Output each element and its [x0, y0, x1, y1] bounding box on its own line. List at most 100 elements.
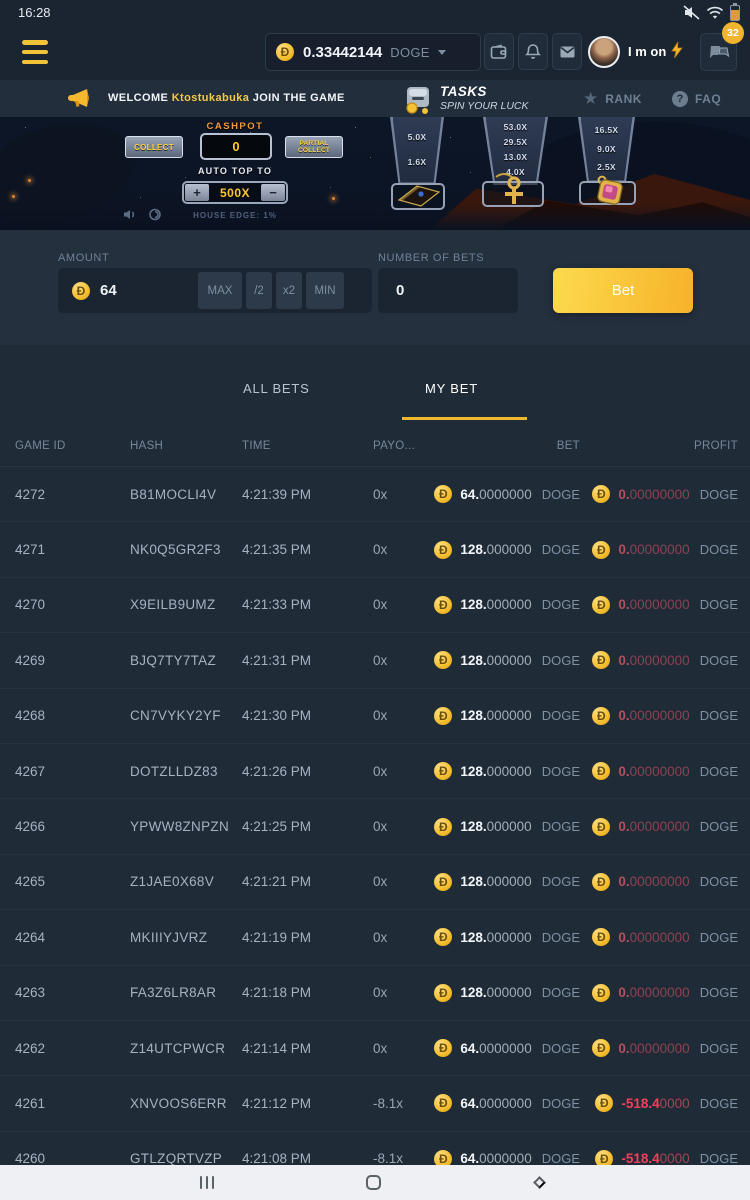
table-row[interactable]: 4264 MKIIIYJVRZ 4:21:19 PM 0x Ð 128.0000… — [0, 910, 750, 965]
faq-link[interactable]: ? FAQ — [672, 80, 721, 117]
doge-coin-icon: Ð — [72, 282, 90, 300]
increase-button[interactable]: + — [185, 184, 209, 201]
cell-payout: 0x — [373, 1041, 440, 1056]
table-row[interactable]: 4265 Z1JAE0X68V 4:21:21 PM 0x Ð 128.0000… — [0, 855, 750, 910]
tab-all-bets[interactable]: ALL BETS — [243, 381, 310, 396]
doge-coin-icon: Ð — [592, 928, 610, 946]
tasks-title: TASKS — [440, 84, 529, 99]
cell-game-id: 4265 — [15, 874, 130, 889]
cell-bet: Ð 128.000000 DOGE — [440, 541, 580, 559]
ankh-relic-icon — [490, 171, 534, 209]
cell-bet: Ð 128.000000 DOGE — [440, 928, 580, 946]
tasks-chest-icon[interactable] — [400, 81, 436, 116]
cell-game-id: 4268 — [15, 708, 130, 723]
cell-time: 4:21:31 PM — [242, 653, 373, 668]
table-row[interactable]: 4269 BJQ7TY7TAZ 4:21:31 PM 0x Ð 128.0000… — [0, 633, 750, 688]
stars-decoration — [25, 127, 26, 128]
chat-icon — [708, 42, 730, 62]
doge-coin-icon: Ð — [592, 984, 610, 1002]
doge-coin-icon: Ð — [434, 485, 452, 503]
doge-coin-icon: Ð — [592, 485, 610, 503]
doge-coin-icon: Ð — [592, 1039, 610, 1057]
profit-currency: DOGE — [700, 874, 738, 889]
number-of-bets-value: 0 — [396, 282, 404, 299]
username-label[interactable]: I m on — [628, 44, 666, 59]
cell-hash: XNVOOS6ERR — [130, 1096, 242, 1111]
profit-amount: 0.00000000 — [618, 819, 689, 834]
rank-link[interactable]: ★ RANK — [583, 80, 642, 117]
table-row[interactable]: 4272 B81MOCLI4V 4:21:39 PM 0x Ð 64.00000… — [0, 467, 750, 522]
cell-time: 4:21:21 PM — [242, 874, 373, 889]
question-icon: ? — [672, 91, 688, 107]
bet-currency: DOGE — [542, 597, 580, 612]
app-header: Ð 0.33442144 DOGE I m on — [0, 25, 750, 80]
doge-coin-icon: Ð — [434, 873, 452, 891]
clock: 16:28 — [18, 5, 51, 20]
table-row[interactable]: 4270 X9EILB9UMZ 4:21:33 PM 0x Ð 128.0000… — [0, 578, 750, 633]
amount-value: 64 — [100, 282, 194, 299]
amount-label: AMOUNT — [58, 252, 109, 264]
bell-icon — [525, 43, 541, 60]
max-button[interactable]: MAX — [198, 272, 242, 309]
partial-collect-button[interactable]: PARTIAL COLLECT — [285, 136, 343, 158]
decrease-button[interactable]: − — [261, 184, 285, 201]
chat-badge: 32 — [722, 22, 744, 44]
bet-currency: DOGE — [542, 1096, 580, 1111]
amulet-relic-icon — [591, 173, 629, 209]
header-payout: PAYO... — [373, 440, 440, 452]
cell-profit: Ð 0.00000000 DOGE — [580, 541, 738, 559]
collect-button[interactable]: COLLECT — [125, 136, 183, 158]
profit-amount: 0.00000000 — [618, 1041, 689, 1056]
home-icon[interactable] — [366, 1175, 381, 1190]
cell-time: 4:21:30 PM — [242, 708, 373, 723]
menu-icon[interactable] — [22, 40, 48, 64]
bet-amount: 128.000000 — [460, 819, 531, 834]
cell-profit: Ð 0.00000000 DOGE — [580, 1039, 738, 1057]
table-row[interactable]: 4263 FA3Z6LR8AR 4:21:18 PM 0x Ð 128.0000… — [0, 966, 750, 1021]
half-button[interactable]: /2 — [246, 272, 272, 309]
amount-input[interactable]: Ð 64 MAX /2 x2 MIN — [58, 268, 372, 313]
messages-button[interactable] — [552, 33, 582, 70]
bet-currency: DOGE — [542, 653, 580, 668]
cell-bet: Ð 128.000000 DOGE — [440, 762, 580, 780]
profit-currency: DOGE — [700, 708, 738, 723]
table-row[interactable]: 4261 XNVOOS6ERR 4:21:12 PM -8.1x Ð 64.00… — [0, 1076, 750, 1131]
profit-currency: DOGE — [700, 764, 738, 779]
number-of-bets-input[interactable]: 0 — [378, 268, 518, 313]
cashpot-value: 0 — [200, 133, 272, 160]
table-row[interactable]: 4271 NK0Q5GR2F3 4:21:35 PM 0x Ð 128.0000… — [0, 522, 750, 577]
app-screen: 16:28 Ð 0.33442144 DOGE — [0, 0, 750, 1200]
doge-coin-icon: Ð — [592, 873, 610, 891]
profit-currency: DOGE — [700, 985, 738, 1000]
recent-apps-icon[interactable] — [200, 1176, 214, 1189]
cell-bet: Ð 128.000000 DOGE — [440, 984, 580, 1002]
cell-hash: YPWW8ZNPZN — [130, 819, 242, 834]
tasks-subtitle: SPIN YOUR LUCK — [440, 100, 529, 112]
avatar[interactable] — [588, 36, 620, 68]
bets-history-panel: ALL BETS MY BET GAME ID HASH TIME PAYO..… — [0, 345, 750, 1200]
status-icons — [683, 5, 740, 21]
table-row[interactable]: 4262 Z14UTCPWCR 4:21:14 PM 0x Ð 64.00000… — [0, 1021, 750, 1076]
username-highlight: Ktostukabuka — [172, 92, 250, 104]
cell-time: 4:21:14 PM — [242, 1041, 373, 1056]
double-button[interactable]: x2 — [276, 272, 302, 309]
notifications-button[interactable] — [518, 33, 548, 70]
bet-currency: DOGE — [542, 985, 580, 1000]
table-row[interactable]: 4266 YPWW8ZNPZN 4:21:25 PM 0x Ð 128.0000… — [0, 799, 750, 854]
multiplier-label: 5.0X — [408, 132, 427, 142]
cell-hash: X9EILB9UMZ — [130, 597, 242, 612]
faq-label: FAQ — [695, 92, 721, 106]
cell-profit: Ð 0.00000000 DOGE — [580, 873, 738, 891]
cell-profit: Ð 0.00000000 DOGE — [580, 762, 738, 780]
bet-button[interactable]: Bet — [553, 268, 693, 313]
table-row[interactable]: 4268 CN7VYKY2YF 4:21:30 PM 0x Ð 128.0000… — [0, 689, 750, 744]
tasks-block[interactable]: TASKS SPIN YOUR LUCK — [440, 84, 529, 112]
bet-currency: DOGE — [542, 708, 580, 723]
back-icon[interactable] — [533, 1176, 546, 1189]
wallet-button[interactable] — [484, 33, 514, 70]
cell-hash: MKIIIYJVRZ — [130, 930, 242, 945]
tab-my-bet[interactable]: MY BET — [425, 381, 478, 396]
min-button[interactable]: MIN — [306, 272, 344, 309]
table-row[interactable]: 4267 DOTZLLDZ83 4:21:26 PM 0x Ð 128.0000… — [0, 744, 750, 799]
balance-selector[interactable]: Ð 0.33442144 DOGE — [265, 33, 481, 71]
